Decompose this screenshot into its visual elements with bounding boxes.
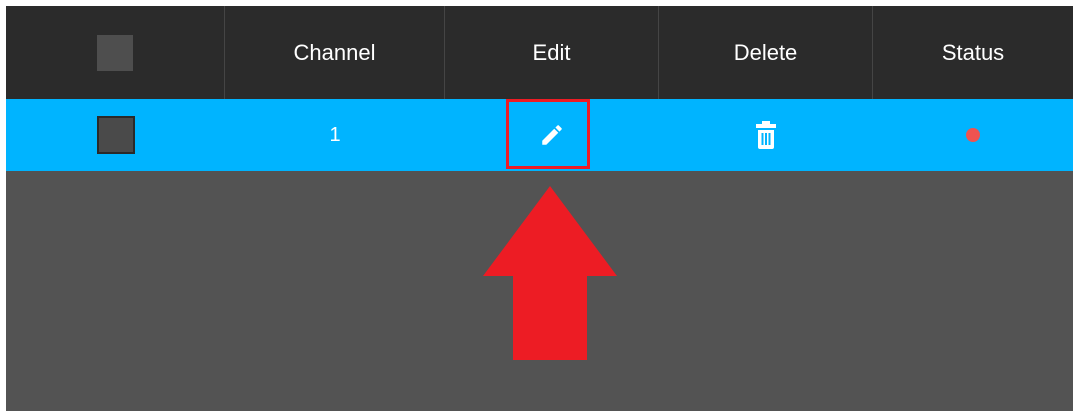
edit-highlight-box [506,99,590,169]
delete-button[interactable] [754,121,778,149]
table-row[interactable]: 1 [6,99,1073,171]
header-select-all-cell [6,6,225,99]
arrow-up-icon [483,186,617,360]
header-edit: Edit [445,6,659,99]
header-channel[interactable]: Channel [225,6,445,99]
row-checkbox-cell [6,99,225,171]
row-checkbox[interactable] [96,116,135,154]
channel-number: 1 [329,123,341,146]
delete-cell [659,99,873,171]
select-all-checkbox[interactable] [97,34,133,71]
trash-icon [756,121,776,149]
table-header: Channel Edit Delete Status [6,6,1073,99]
status-cell [873,99,1073,171]
status-indicator [966,128,980,142]
header-status: Status [941,39,1005,65]
header-delete: Delete [659,6,873,99]
channel-table: Channel Edit Delete Status 1 [6,6,1073,411]
